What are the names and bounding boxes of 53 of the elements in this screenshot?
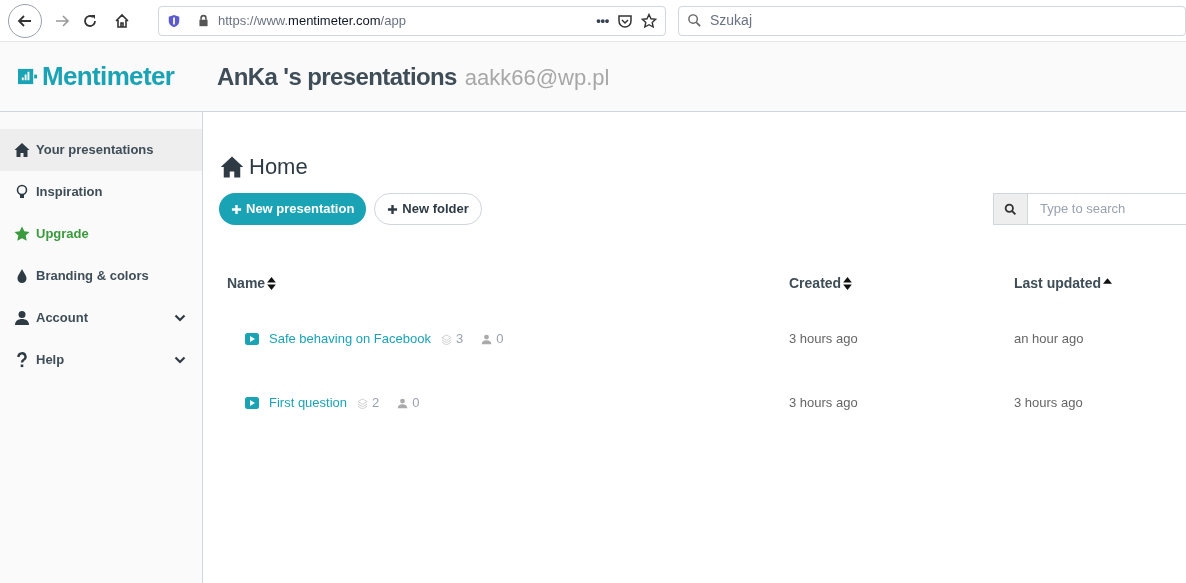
column-header[interactable]: Created — [789, 272, 1014, 294]
play-icon[interactable] — [245, 333, 259, 345]
search-field[interactable]: Type to search — [1028, 194, 1186, 224]
question-icon — [14, 352, 30, 368]
table-cell-text: 3 hours ago — [789, 394, 859, 413]
user-icon — [481, 333, 493, 345]
star-icon[interactable] — [641, 12, 657, 29]
page-title: AnKa 's presentations — [217, 61, 457, 92]
plus-icon — [231, 203, 242, 215]
new-folder-button[interactable]: New folder — [374, 193, 482, 225]
url-text: https://www.mentimeter.com/app — [218, 11, 406, 30]
shield-icon — [167, 13, 181, 28]
sidebar-item[interactable]: Account — [0, 297, 202, 339]
sidebar-item[interactable]: Inspiration — [0, 171, 202, 213]
home-icon[interactable] — [114, 12, 130, 29]
table-cell-text: 3 hours ago — [1014, 394, 1084, 413]
sidebar-item[interactable]: Branding & colors — [0, 255, 202, 297]
sidebar-item[interactable]: Your presentations — [0, 129, 202, 171]
lightbulb-icon — [14, 184, 30, 200]
user-email: aakk66@wp.pl — [464, 63, 610, 92]
participant-count: 0 — [412, 394, 420, 413]
sidebar-item[interactable]: Help — [0, 339, 202, 381]
user-icon — [14, 310, 30, 326]
search-icon — [1004, 202, 1017, 216]
star-icon — [14, 226, 30, 242]
play-icon[interactable] — [245, 397, 259, 409]
column-header[interactable]: Last updated — [1014, 272, 1186, 294]
logo-icon — [18, 67, 37, 86]
home-icon — [14, 142, 30, 158]
reload-icon[interactable] — [82, 12, 98, 29]
table-cell-text: 3 hours ago — [789, 330, 859, 349]
table-cell-text: an hour ago — [1014, 330, 1085, 349]
page-heading: Home — [249, 153, 308, 181]
participant-count: 0 — [496, 330, 504, 349]
search-box[interactable]: Type to search — [993, 193, 1186, 225]
user-icon — [397, 397, 409, 409]
slide-count: 2 — [372, 394, 380, 413]
more-button[interactable]: ••• — [596, 10, 609, 31]
column-header[interactable]: Name — [219, 272, 789, 294]
browser-search-box[interactable]: Szukaj — [678, 5, 1186, 36]
forward-icon[interactable] — [54, 12, 70, 29]
address-bar[interactable]: https://www.mentimeter.com/app ••• — [158, 5, 666, 36]
back-icon — [17, 12, 33, 29]
pocket-icon[interactable] — [617, 12, 633, 29]
browser-search-field[interactable]: Szukaj — [710, 10, 1177, 31]
lock-icon — [197, 14, 210, 27]
home-icon — [219, 154, 245, 179]
layers-icon — [357, 397, 369, 409]
plus-icon — [387, 203, 399, 215]
slide-count: 3 — [455, 330, 464, 349]
search-icon — [687, 13, 702, 28]
layers-icon — [440, 333, 452, 345]
logo-text: Mentimeter — [42, 60, 175, 93]
